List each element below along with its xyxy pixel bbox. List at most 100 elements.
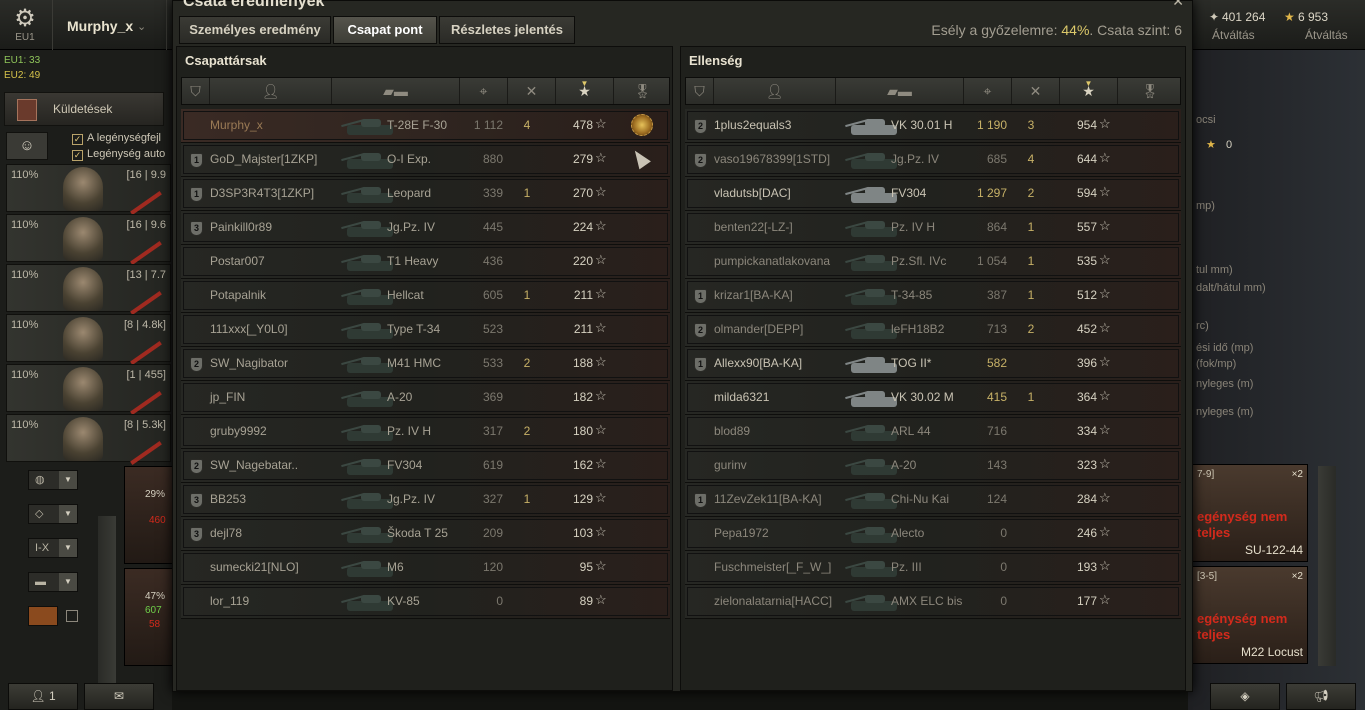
close-icon[interactable]: ✕	[1172, 0, 1184, 10]
star-icon: ☆	[1099, 524, 1111, 539]
enemy-row[interactable]: 1 Allexx90[BA-KA] TOG II* 582 396 ☆	[685, 347, 1181, 381]
player-column-icon[interactable]: 👤︎	[714, 78, 836, 104]
team-row[interactable]: 2 SW_Nagebatar.. FV304 619 162 ☆	[181, 449, 670, 483]
vehicle-column-icon[interactable]: ▰▬	[332, 78, 460, 104]
carousel-left-arrow[interactable]	[98, 516, 116, 710]
tank-name: ARL 44	[891, 424, 931, 438]
star-icon: ☆	[1099, 116, 1111, 131]
star-icon: ☆	[1099, 218, 1111, 233]
medal-column-icon[interactable]: 🎖︎	[1118, 78, 1182, 104]
enemy-row[interactable]: 1 krizar1[BA-KA] T-34-85 387 1 512 ☆	[685, 279, 1181, 313]
xp-column-star-icon[interactable]: ▼ ★	[1060, 78, 1118, 104]
type-filter[interactable]: ▬ ▼	[28, 572, 78, 592]
team-row[interactable]: jp_FIN A-20 369 182 ☆	[181, 381, 670, 415]
kills-value: 4	[1027, 152, 1035, 166]
team-row[interactable]: 111xxx[_Y0L0] Type T-34 523 211 ☆	[181, 313, 670, 347]
crew-member[interactable]: 110% [13 | 7.7	[6, 264, 171, 315]
missions-button[interactable]: Küldetések	[4, 92, 164, 126]
enemy-row[interactable]: Pepa1972 Alecto 0 246 ☆	[685, 517, 1181, 551]
medal-column-icon[interactable]: 🎖︎	[614, 78, 671, 104]
team-row[interactable]: 3 Painkill0r89 Jg.Pz. IV 445 224 ☆	[181, 211, 670, 245]
crew-member[interactable]: 110% [8 | 4.8k]	[6, 314, 171, 365]
team-row[interactable]: lor_119 KV-85 0 89 ☆	[181, 585, 670, 619]
vehicle-card-m22-locust[interactable]: [3-5] ×2 egénység nem teljes M22 Locust	[1192, 566, 1308, 664]
vehicle-card-su-122-44[interactable]: 7-9] ×2 egénység nem teljes SU-122-44	[1192, 464, 1308, 562]
squad-badge-icon: 2	[190, 357, 203, 372]
chat-button[interactable]: ✉	[84, 683, 154, 710]
enemy-row[interactable]: 1 11ZevZek11[BA-KA] Chi-Nu Kai 124 284 ☆	[685, 483, 1181, 517]
tab-personal[interactable]: Személyes eredmény	[179, 16, 331, 44]
enemy-row[interactable]: pumpickanatlakovana Pz.Sfl. IVc 1 054 1 535 ☆	[685, 245, 1181, 279]
xp-value: 162	[572, 458, 593, 472]
crew-member[interactable]: 110% [8 | 5.3k]	[6, 414, 171, 465]
enemy-row[interactable]: 2 vaso19678399[1STD] Jg.Pz. IV 685 4 644 ☆	[685, 143, 1181, 177]
enemy-row[interactable]: milda6321 VK 30.02 M 415 1 364 ☆	[685, 381, 1181, 415]
service-button[interactable]: ◈	[1210, 683, 1280, 710]
player-column-icon[interactable]: 👤︎	[210, 78, 332, 104]
kills-value: 1	[1027, 220, 1035, 234]
team-row[interactable]: sumecki21[NLO] M6 120 95 ☆	[181, 551, 670, 585]
crew-member[interactable]: 110% [16 | 9.9	[6, 164, 171, 215]
xp-value: 103	[572, 526, 593, 540]
enemy-row[interactable]: 2 1plus2equals3 VK 30.01 H 1 190 3 954 ☆	[685, 109, 1181, 143]
team-row[interactable]: Murphy_x T-28E F-30 1 112 4 478 ☆	[181, 109, 670, 143]
online-eu1: EU1: 33	[4, 55, 41, 66]
player-account-menu[interactable]: Murphy_x ⌄	[52, 0, 167, 50]
star-icon: ☆	[595, 150, 607, 165]
enemy-row[interactable]: vladutsb[DAC] FV304 1 297 2 594 ☆	[685, 177, 1181, 211]
credits-exchange-link[interactable]: Átváltás	[1212, 28, 1255, 42]
enemy-row[interactable]: 2 olmander[DEPP] leFH18B2 713 2 452 ☆	[685, 313, 1181, 347]
team-row[interactable]: 3 dejl78 Škoda T 25 209 103 ☆	[181, 517, 670, 551]
vehicle-column-icon[interactable]: ▰▬	[836, 78, 964, 104]
damage-column-icon[interactable]: ⌖	[964, 78, 1012, 104]
crew-option-1[interactable]: ✓ A legénységfejl	[72, 132, 161, 145]
xp-column-star-icon[interactable]: ▼ ★	[556, 78, 614, 104]
damage-column-icon[interactable]: ⌖	[460, 78, 508, 104]
squad-column-icon[interactable]: ⛉	[686, 78, 714, 104]
crew-rank-stripe	[130, 441, 162, 465]
crew-member[interactable]: 110% [1 | 455]	[6, 364, 171, 415]
star-icon: ☆	[1099, 184, 1111, 199]
free-xp-exchange-link[interactable]: Átváltás	[1305, 28, 1348, 42]
enemy-row[interactable]: gurinv A-20 143 323 ☆	[685, 449, 1181, 483]
notifications-button[interactable]: 📢︎	[1286, 683, 1356, 710]
carousel-right-arrow[interactable]	[1318, 466, 1336, 666]
crew-panel-toggle-icon[interactable]: ☺	[6, 132, 48, 160]
kills-column-icon[interactable]: ✕	[508, 78, 556, 104]
tab-team-score[interactable]: Csapat pont	[333, 16, 437, 44]
premium-filter-icon[interactable]	[28, 606, 58, 626]
enemy-row[interactable]: blod89 ARL 44 716 334 ☆	[685, 415, 1181, 449]
class-filter[interactable]: ◇ ▼	[28, 504, 78, 524]
enemy-row[interactable]: zielonalatarnia[HACC] AMX ELC bis 0 177 ☆	[685, 585, 1181, 619]
team-row[interactable]: 2 SW_Nagibator M41 HMC 533 2 188 ☆	[181, 347, 670, 381]
enemy-row[interactable]: Fuschmeister[_F_W_] Pz. III 0 193 ☆	[685, 551, 1181, 585]
tab-detailed-report[interactable]: Részletes jelentés	[439, 16, 575, 44]
medal-icon[interactable]	[631, 114, 653, 136]
nation-filter[interactable]: ◍ ▼	[28, 470, 78, 490]
team-row[interactable]: Postar007 T1 Heavy 436 220 ☆	[181, 245, 670, 279]
kills-column-icon[interactable]: ✕	[1012, 78, 1060, 104]
friends-button[interactable]: 👤︎ 1	[8, 683, 78, 710]
win-percent: 44%	[1061, 22, 1090, 38]
team-row[interactable]: 1 D3SP3R4T3[1ZKP] Leopard 339 1 270 ☆	[181, 177, 670, 211]
kills-value: 2	[1027, 322, 1035, 336]
enemy-row[interactable]: benten22[-LZ-] Pz. IV H 864 1 557 ☆	[685, 211, 1181, 245]
settings-gear-icon[interactable]: ⚙	[8, 6, 42, 32]
team-row[interactable]: Potapalnik Hellcat 605 1 211 ☆	[181, 279, 670, 313]
damage-value: 582	[986, 356, 1007, 370]
team-row[interactable]: 3 BB253 Jg.Pz. IV 327 1 129 ☆	[181, 483, 670, 517]
damage-value: 523	[482, 322, 503, 336]
vehicle-slot-1[interactable]: 29% 460	[124, 466, 174, 564]
crew-member[interactable]: 110% [16 | 9.6	[6, 214, 171, 265]
player-name: Postar007	[210, 254, 265, 268]
vehicle-slot-2[interactable]: 47% 607 58	[124, 568, 174, 666]
crew-option-2[interactable]: ✓ Legénység auto	[72, 148, 165, 161]
team-row[interactable]: gruby9992 Pz. IV H 317 2 180 ☆	[181, 415, 670, 449]
star-icon: ☆	[595, 456, 607, 471]
team-row[interactable]: 1 GoD_Majster[1ZKP] O-I Exp. 880 279 ☆	[181, 143, 670, 177]
premium-filter-checkbox[interactable]	[66, 610, 78, 622]
tier-filter[interactable]: I-X ▼	[28, 538, 78, 558]
vehicle-card-name: M22 Locust	[1240, 645, 1303, 659]
team-panel: Csapattársak ⛉ 👤︎ ▰▬ ⌖ ✕ ▼ ★ 🎖︎ Murphy_x T…	[176, 46, 673, 691]
squad-column-icon[interactable]: ⛉	[182, 78, 210, 104]
